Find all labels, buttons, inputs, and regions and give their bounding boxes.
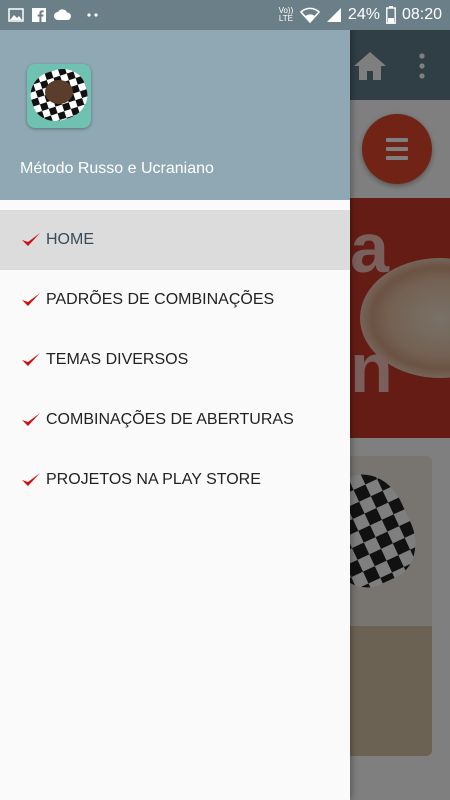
network-indicator: Vo)) LTE	[278, 6, 294, 23]
checkmark-icon	[22, 233, 40, 246]
checkmark-icon	[22, 293, 40, 306]
more-dots-icon	[87, 13, 98, 17]
battery-percent: 24%	[347, 6, 380, 23]
drawer-item-label: COMBINAÇÕES DE ABERTURAS	[46, 411, 294, 428]
clock: 08:20	[401, 6, 442, 23]
drawer-item-label: TEMAS DIVERSOS	[46, 351, 189, 368]
drawer-item-label: PROJETOS NA PLAY STORE	[46, 471, 261, 488]
checkmark-icon	[22, 353, 40, 366]
checkmark-icon	[22, 473, 40, 486]
drawer-item-temas-diversos[interactable]: TEMAS DIVERSOS	[0, 330, 350, 390]
navigation-drawer: Método Russo e Ucraniano HOME PADRÕES DE…	[0, 30, 350, 800]
drawer-item-padroes-de-combinacoes[interactable]: PADRÕES DE COMBINAÇÕES	[0, 270, 350, 330]
drawer-header: Método Russo e Ucraniano	[0, 30, 350, 200]
image-icon	[8, 8, 24, 22]
drawer-menu: HOME PADRÕES DE COMBINAÇÕES TEMAS DIVERS…	[0, 210, 350, 510]
drawer-item-home[interactable]: HOME	[0, 210, 350, 270]
wifi-icon	[299, 7, 320, 23]
app-logo-icon	[27, 64, 91, 128]
facebook-icon	[32, 8, 46, 22]
drawer-item-combinacoes-de-aberturas[interactable]: COMBINAÇÕES DE ABERTURAS	[0, 390, 350, 450]
drawer-item-label: PADRÕES DE COMBINAÇÕES	[46, 291, 275, 308]
drawer-app-name: Método Russo e Ucraniano	[20, 160, 214, 177]
cloud-icon	[54, 9, 71, 20]
drawer-item-projetos-na-play-store[interactable]: PROJETOS NA PLAY STORE	[0, 450, 350, 510]
checkmark-icon	[22, 413, 40, 426]
status-bar: Vo)) LTE 24% 08:20	[0, 0, 450, 30]
signal-icon	[326, 8, 341, 22]
drawer-item-label: HOME	[46, 231, 94, 248]
battery-icon	[386, 6, 396, 24]
